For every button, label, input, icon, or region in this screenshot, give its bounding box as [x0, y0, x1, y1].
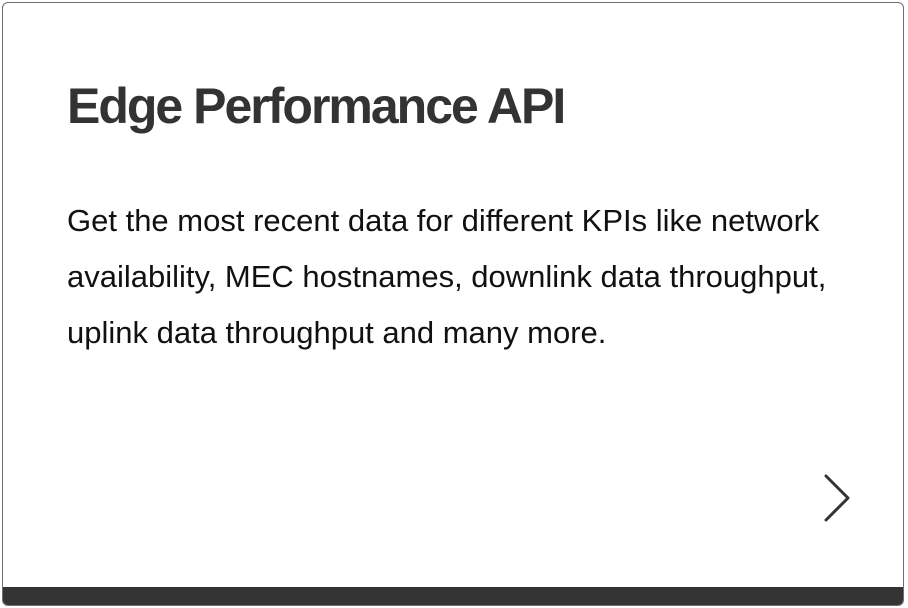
api-card[interactable]: Edge Performance API Get the most recent…	[2, 2, 904, 606]
card-title: Edge Performance API	[67, 78, 566, 134]
chevron-right-icon	[824, 474, 850, 522]
open-card-button[interactable]	[815, 469, 859, 527]
card-bottom-bar	[3, 587, 903, 605]
card-description: Get the most recent data for different K…	[67, 203, 827, 350]
